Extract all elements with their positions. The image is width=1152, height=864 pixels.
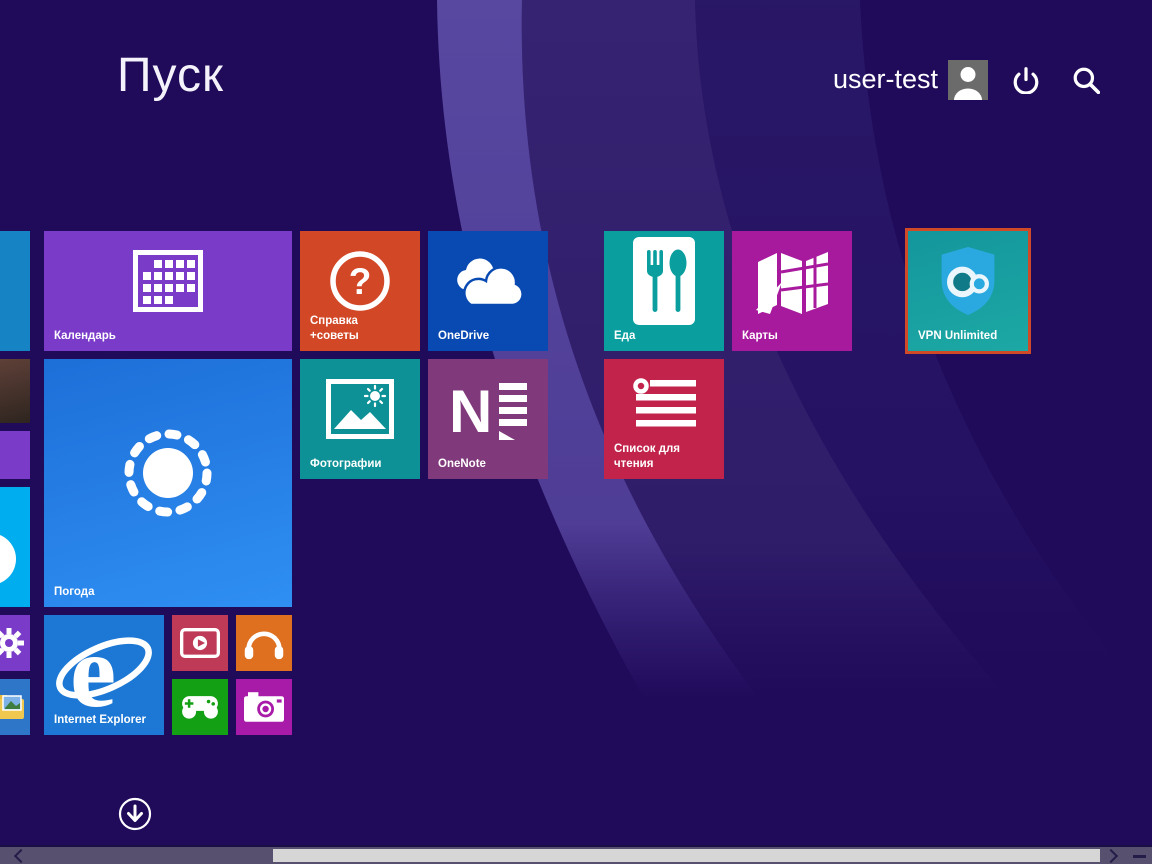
calendar-icon xyxy=(133,250,203,312)
partial-logo-circle xyxy=(0,533,16,585)
partial-tile-purple[interactable] xyxy=(0,431,30,479)
video-icon xyxy=(180,628,220,658)
tile-reading-list[interactable]: Список для чтения xyxy=(604,359,724,479)
tile-photos[interactable]: Фотографии xyxy=(300,359,420,479)
tile-label-calendar: Календарь xyxy=(54,329,116,345)
tile-weather[interactable]: Погода xyxy=(44,359,292,607)
internet-explorer-icon: e xyxy=(52,618,156,718)
partial-tile-cyan[interactable] xyxy=(0,487,30,607)
gear-icon xyxy=(0,628,24,658)
tile-label-reading-list: Список для чтения xyxy=(614,442,680,473)
svg-text:?: ? xyxy=(349,261,372,302)
tile-label-internet-explorer: Internet Explorer xyxy=(54,713,146,729)
map-icon xyxy=(756,248,828,314)
tile-label-help-tips: Справка +советы xyxy=(310,314,359,345)
tile-label-onedrive: OneDrive xyxy=(438,329,489,345)
tile-food[interactable]: Еда xyxy=(604,231,724,351)
tile-label-food: Еда xyxy=(614,329,635,345)
user-avatar[interactable] xyxy=(948,60,988,100)
tile-label-onenote: OneNote xyxy=(438,457,486,473)
tile-music[interactable] xyxy=(236,615,292,671)
tile-games[interactable] xyxy=(172,679,228,735)
header-user-area: user-test xyxy=(0,0,1152,120)
tile-onenote[interactable]: N OneNote xyxy=(428,359,548,479)
onenote-icon: N xyxy=(447,377,529,441)
reading-list-icon xyxy=(632,378,696,432)
partial-tile-photo[interactable] xyxy=(0,359,30,423)
photo-frame-icon xyxy=(326,379,394,439)
sun-icon xyxy=(113,418,223,528)
tile-label-photos: Фотографии xyxy=(310,457,381,473)
partial-tile-blue[interactable] xyxy=(0,231,30,351)
search-icon xyxy=(1072,66,1100,94)
tile-camera[interactable] xyxy=(236,679,292,735)
scrollbar-thumb[interactable] xyxy=(273,849,1100,862)
tile-help-tips[interactable]: ? Справка +советы xyxy=(300,231,420,351)
help-question-icon: ? xyxy=(328,249,392,313)
food-icon xyxy=(633,237,695,325)
tile-vpn-unlimited[interactable]: VPN Unlimited xyxy=(908,231,1028,351)
semantic-zoom-out-icon[interactable] xyxy=(1133,855,1146,858)
tile-onedrive[interactable]: OneDrive xyxy=(428,231,548,351)
tile-label-vpn: VPN Unlimited xyxy=(918,329,997,345)
tile-internet-explorer[interactable]: e Internet Explorer xyxy=(44,615,164,735)
folder-icon xyxy=(0,691,28,723)
game-controller-icon xyxy=(179,693,221,721)
tile-video[interactable] xyxy=(172,615,228,671)
all-apps-button[interactable] xyxy=(118,797,152,831)
down-arrow-icon xyxy=(118,797,152,831)
partial-tile-settings[interactable] xyxy=(0,615,30,671)
tile-label-weather: Погода xyxy=(54,585,95,601)
vpn-shield-icon xyxy=(935,244,1001,318)
svg-text:e: e xyxy=(70,618,116,718)
svg-text:N: N xyxy=(449,378,492,441)
tile-label-maps: Карты xyxy=(742,329,778,345)
vpn-selection-border: VPN Unlimited xyxy=(905,228,1031,354)
tile-calendar[interactable]: Календарь xyxy=(44,231,292,351)
power-button[interactable] xyxy=(1012,66,1042,96)
partial-tile-desktop[interactable] xyxy=(0,679,30,735)
search-button[interactable] xyxy=(1072,66,1102,96)
headphones-icon xyxy=(244,624,284,662)
avatar-icon xyxy=(948,60,988,100)
camera-icon xyxy=(244,692,284,722)
power-icon xyxy=(1012,66,1040,94)
horizontal-scrollbar xyxy=(0,845,1152,864)
tile-maps[interactable]: Карты xyxy=(732,231,852,351)
user-name[interactable]: user-test xyxy=(833,64,938,95)
onedrive-cloud-icon xyxy=(445,253,531,309)
